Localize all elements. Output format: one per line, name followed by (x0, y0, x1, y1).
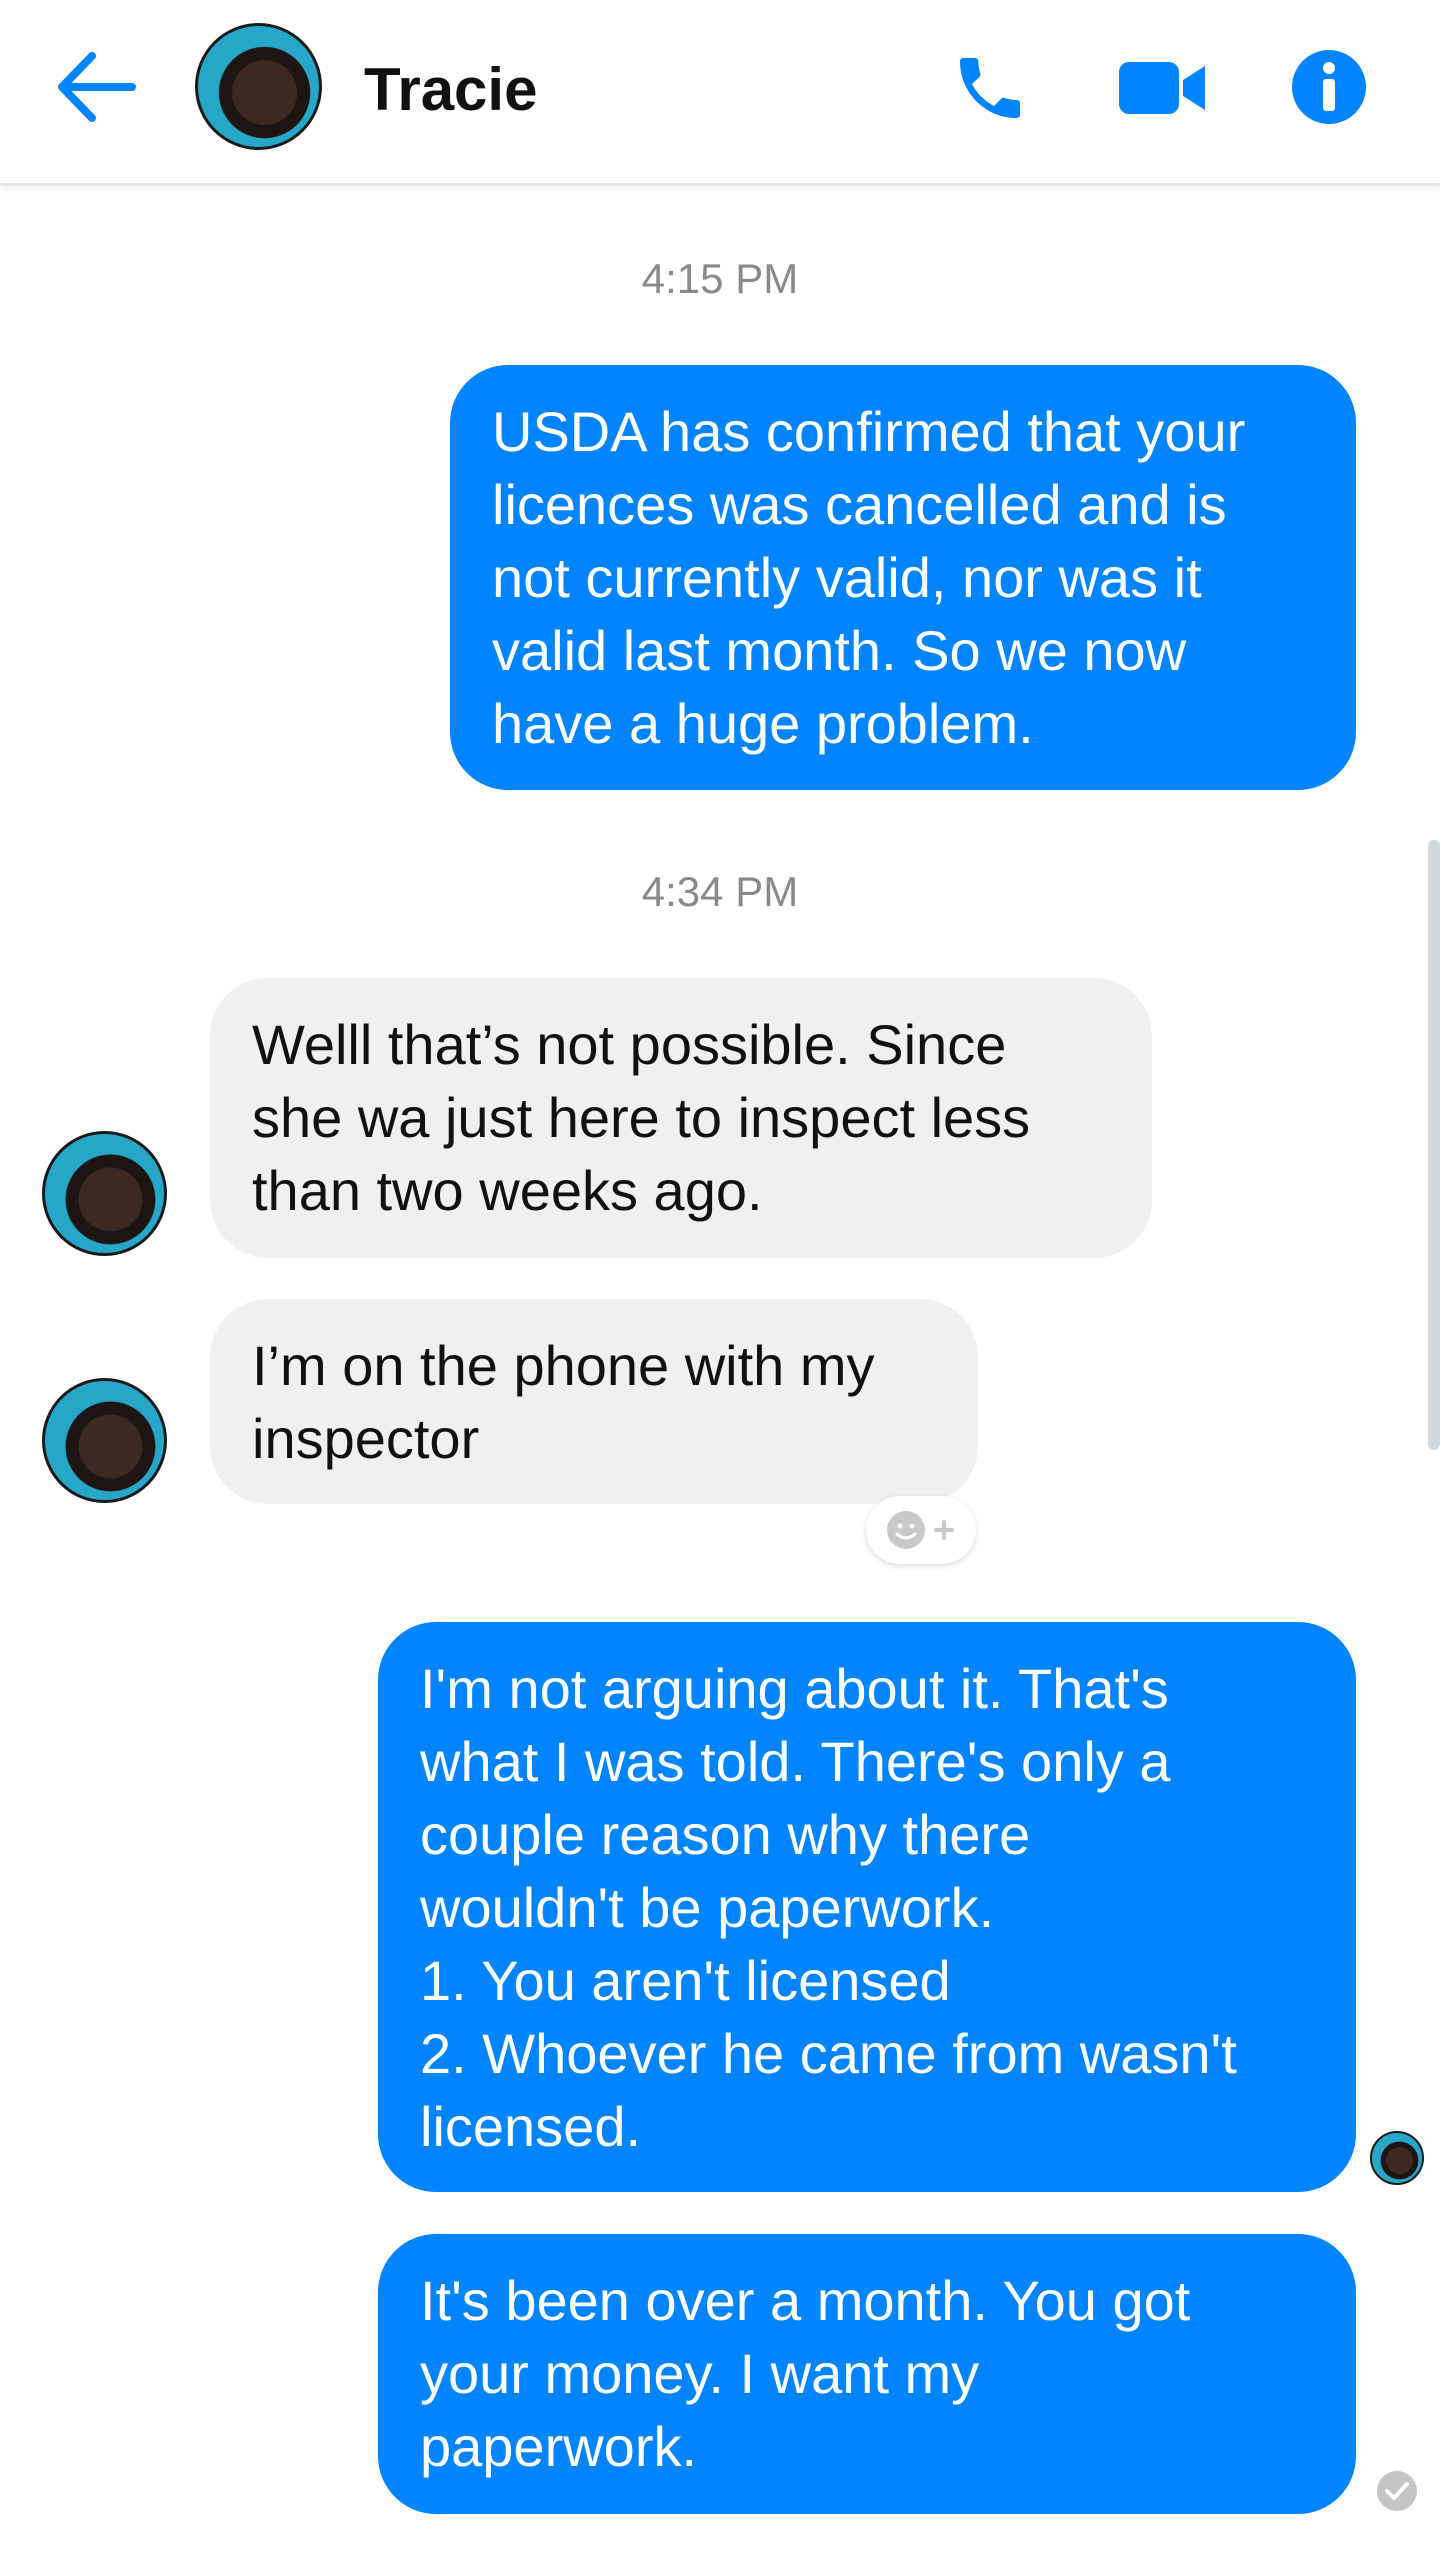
video-camera-icon[interactable] (1117, 58, 1207, 118)
add-reaction-icon (887, 1511, 954, 1549)
add-reaction-button[interactable] (866, 1496, 976, 1564)
message-bubble-outgoing[interactable]: USDA has confirmed that your licences wa… (450, 365, 1356, 790)
contact-name[interactable]: Tracie (364, 52, 537, 128)
phone-icon[interactable] (950, 48, 1030, 128)
timestamp: 4:15 PM (641, 255, 799, 302)
timestamp: 4:34 PM (641, 868, 799, 915)
info-icon[interactable] (1290, 48, 1368, 126)
message-bubble-outgoing[interactable]: It's been over a month. You got your mon… (378, 2234, 1356, 2514)
sender-avatar (42, 1378, 167, 1503)
back-arrow-icon[interactable] (56, 50, 136, 124)
scrollbar[interactable] (1428, 840, 1440, 1450)
seen-receipt-avatar (1370, 2131, 1424, 2185)
message-bubble-incoming[interactable]: I’m on the phone with my inspector (210, 1299, 978, 1504)
conversation-header: Tracie (0, 0, 1440, 186)
contact-avatar[interactable] (195, 23, 322, 150)
message-bubble-outgoing[interactable]: I'm not arguing about it. That's what I … (378, 1622, 1356, 2192)
sender-avatar (42, 1131, 167, 1256)
sent-check-icon (1377, 2471, 1417, 2511)
message-bubble-incoming[interactable]: Welll that’s not possible. Since she wa … (210, 978, 1152, 1258)
